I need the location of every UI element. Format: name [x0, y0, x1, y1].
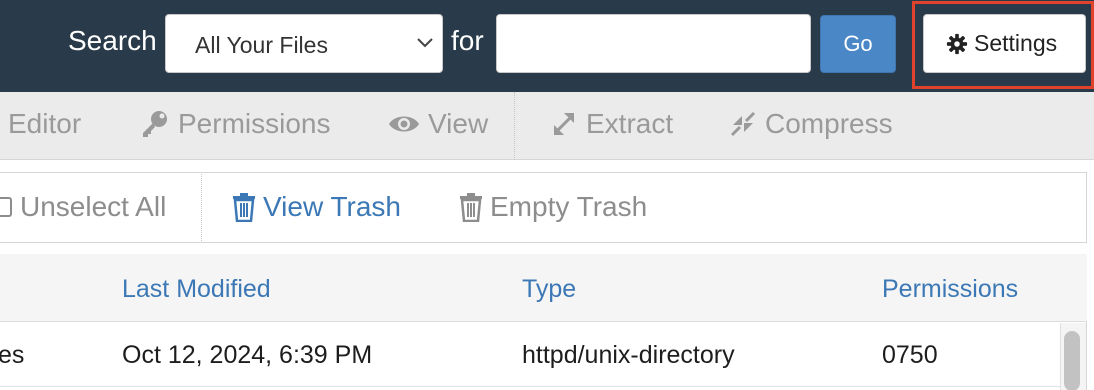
table-scrollbar-thumb[interactable]	[1064, 331, 1080, 390]
expand-arrows-icon	[553, 113, 575, 135]
view-trash-label: View Trash	[263, 191, 401, 222]
unselect-all-button[interactable]: Unselect All	[0, 191, 166, 223]
toolbar-view[interactable]: View	[388, 108, 488, 140]
eye-icon	[389, 116, 419, 132]
go-button[interactable]: Go	[820, 15, 896, 73]
checkbox-icon	[0, 197, 12, 217]
unselect-all-label: Unselect All	[20, 191, 167, 222]
trash-icon	[460, 193, 482, 222]
toolbar-permissions[interactable]: Permissions	[140, 108, 330, 140]
column-header-last-modified[interactable]: Last Modified	[122, 275, 271, 304]
row-divider	[0, 386, 1060, 387]
chevron-down-icon	[417, 38, 433, 48]
file-toolbar: Editor Permissions View Extract Compress	[0, 92, 1094, 160]
search-input[interactable]	[496, 14, 811, 73]
gear-icon	[946, 33, 968, 54]
toolbar-permissions-label: Permissions	[178, 108, 331, 139]
key-icon	[143, 111, 167, 137]
view-trash-button[interactable]: View Trash	[231, 191, 401, 223]
toolbar-editor[interactable]: Editor	[0, 108, 81, 140]
toolbar-editor-label: Editor	[8, 108, 82, 139]
cell-type: httpd/unix-directory	[522, 341, 735, 369]
cell-name: es	[0, 341, 25, 369]
toolbar-view-label: View	[428, 108, 489, 139]
for-label: for	[451, 25, 484, 56]
toolbar-compress[interactable]: Compress	[729, 108, 893, 140]
search-scope-select[interactable]: All Your Files	[165, 14, 443, 73]
toolbar-divider	[514, 92, 515, 160]
toolbar-compress-label: Compress	[765, 108, 893, 139]
settings-button[interactable]: Settings	[923, 14, 1086, 73]
search-scope-value: All Your Files	[195, 32, 328, 58]
toolbar-extract-label: Extract	[586, 108, 674, 139]
toolbar-extract[interactable]: Extract	[550, 108, 673, 140]
column-header-permissions[interactable]: Permissions	[882, 275, 1018, 304]
empty-trash-button[interactable]: Empty Trash	[458, 191, 647, 223]
column-header-type[interactable]: Type	[522, 275, 576, 304]
settings-label: Settings	[974, 30, 1058, 56]
cell-permissions: 0750	[882, 341, 938, 369]
compress-arrows-icon	[730, 111, 756, 137]
search-label: Search	[68, 25, 157, 56]
trash-icon	[233, 193, 255, 222]
cell-last-modified: Oct 12, 2024, 6:39 PM	[122, 341, 373, 369]
empty-trash-label: Empty Trash	[490, 191, 648, 222]
action-divider	[201, 174, 202, 241]
